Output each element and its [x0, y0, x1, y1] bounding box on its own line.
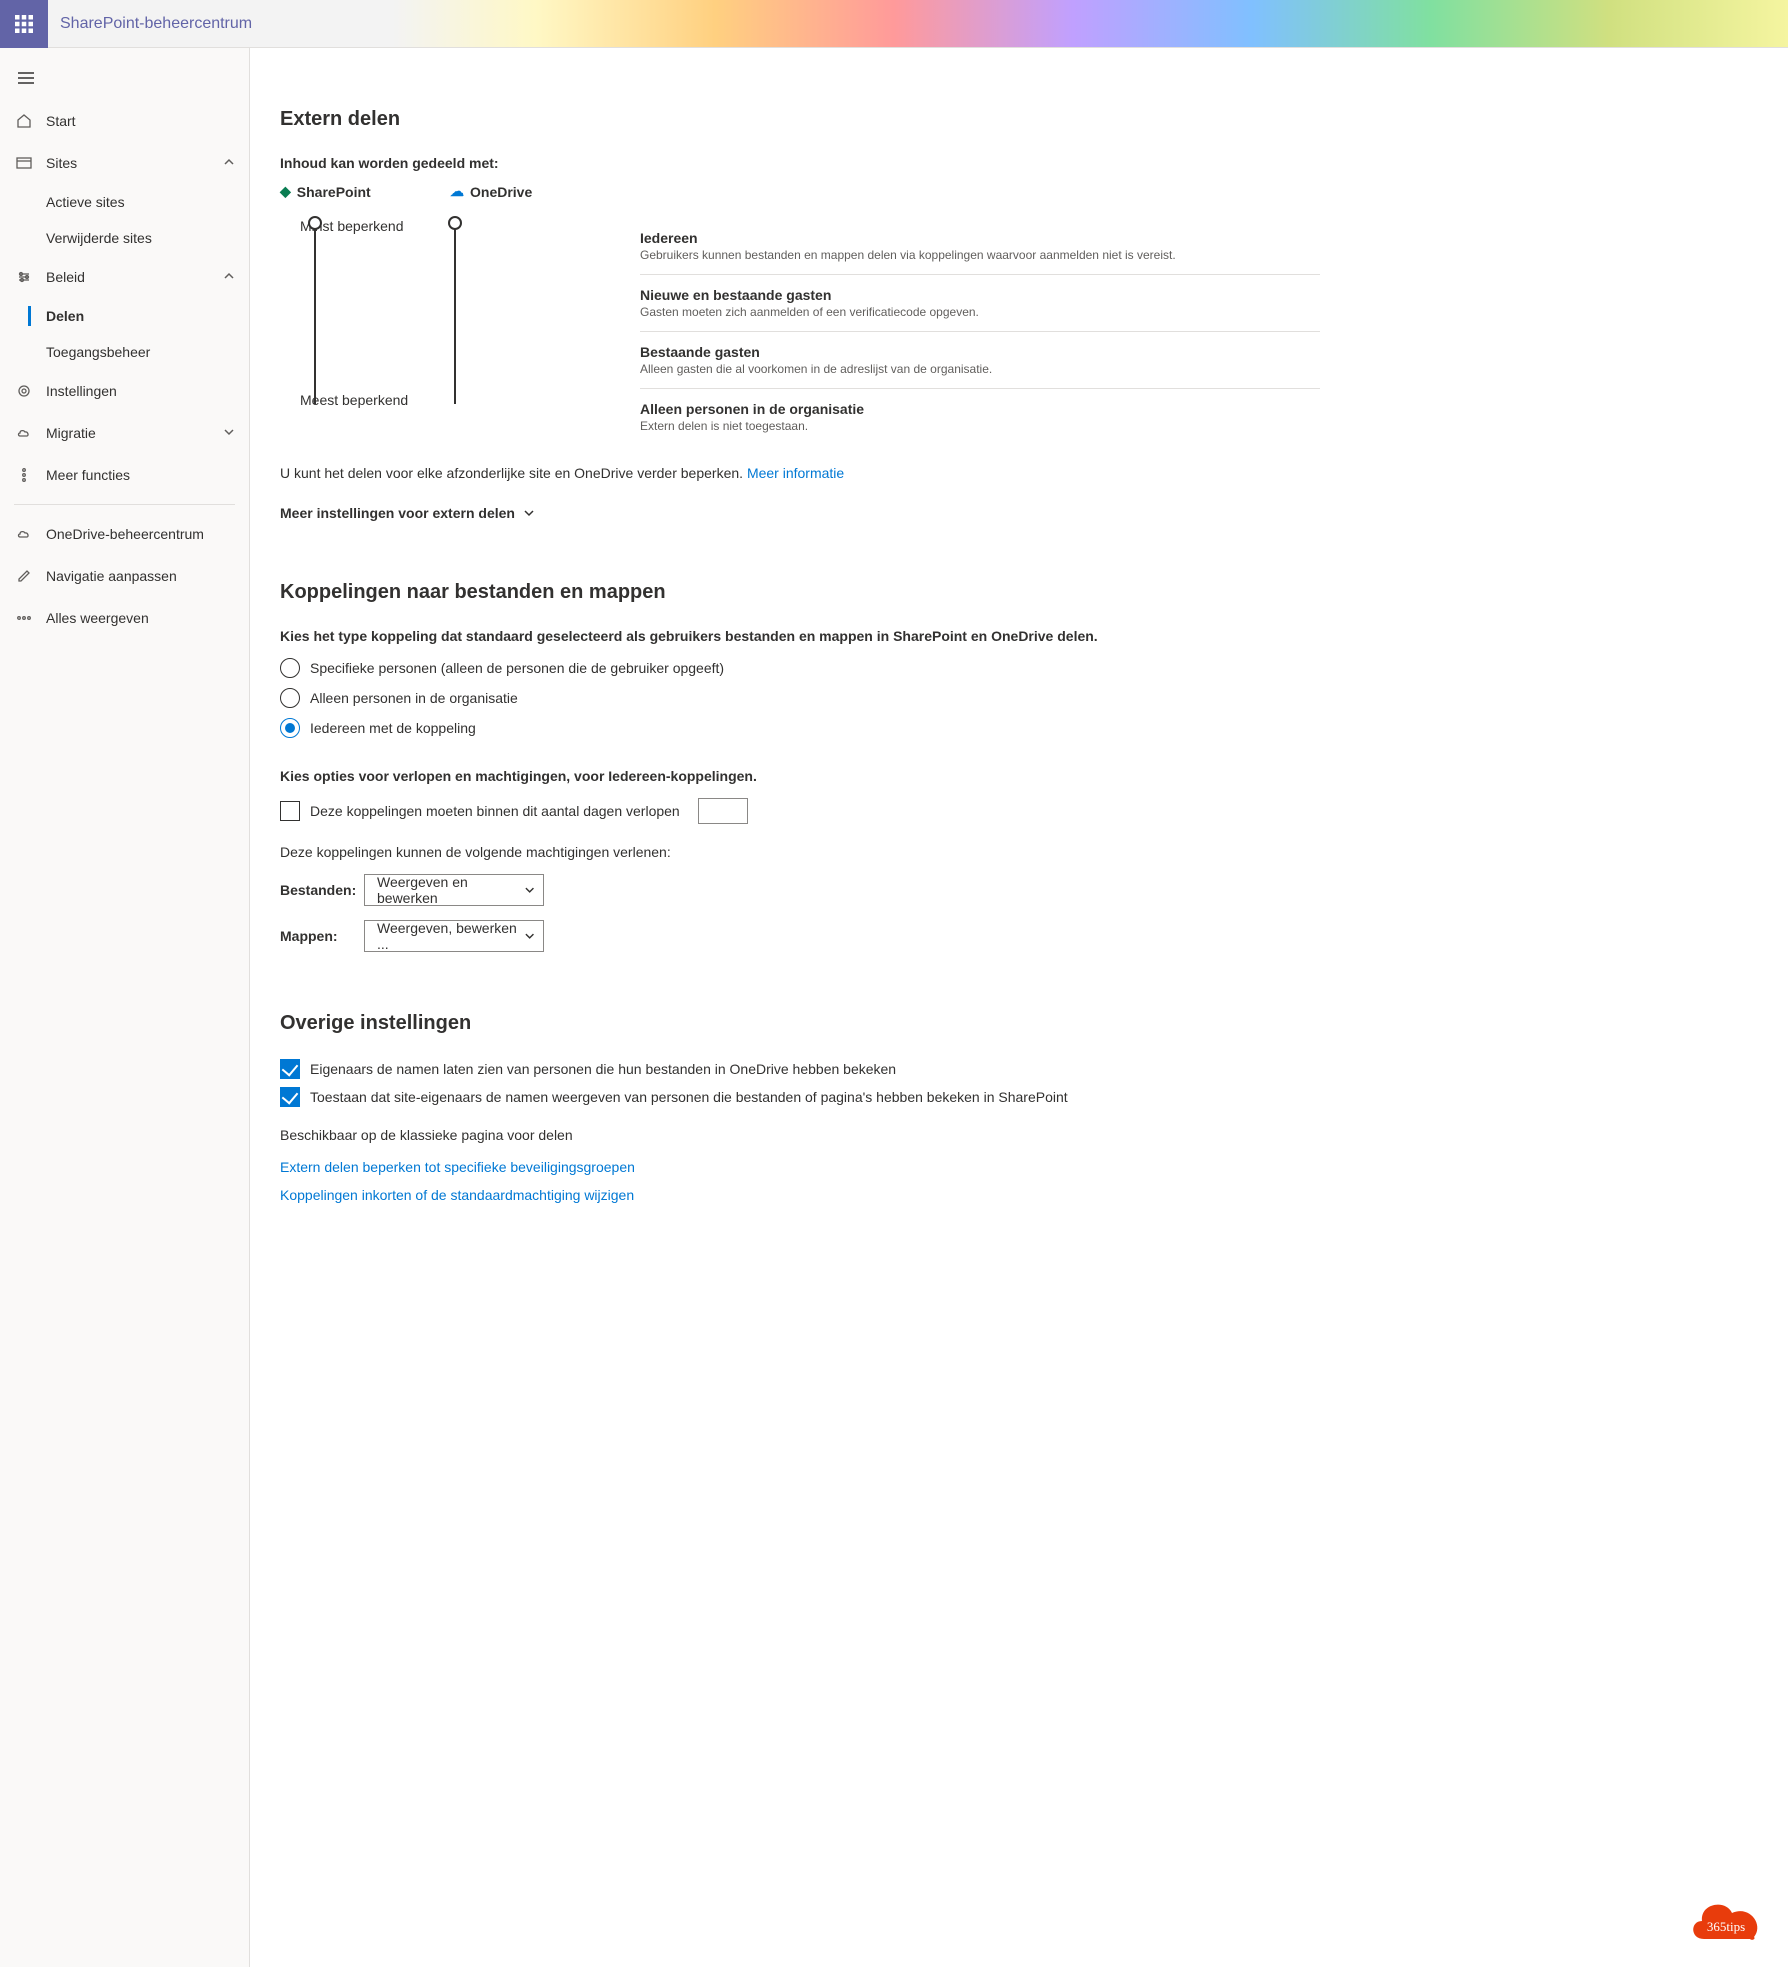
radio-anyone[interactable]: Iedereen met de koppeling: [280, 718, 1320, 738]
nav-instellingen[interactable]: Instellingen: [0, 370, 249, 412]
nav-show-all[interactable]: Alles weergeven: [0, 597, 249, 639]
nav-label: Sites: [46, 155, 77, 171]
level-row: Iedereen Gebruikers kunnen bestanden en …: [640, 218, 1320, 275]
main-content: Extern delen Inhoud kan worden gedeeld m…: [250, 48, 1350, 1967]
sharepoint-column: ◆ SharePoint: [280, 183, 450, 200]
onedrive-icon: ☁: [450, 183, 464, 200]
nav-label: Beleid: [46, 269, 85, 285]
gear-icon: [14, 381, 34, 401]
onedrive-column: ☁ OneDrive: [450, 183, 620, 200]
app-title: SharePoint-beheercentrum: [48, 15, 252, 33]
level-row: Alleen personen in de organisatie Extern…: [640, 389, 1320, 445]
nav-delen[interactable]: Delen: [0, 298, 249, 334]
chevron-down-icon: [524, 930, 535, 942]
section-koppelingen: Koppelingen naar bestanden en mappen: [280, 581, 1320, 604]
files-permission-select[interactable]: Weergeven en bewerken: [364, 874, 544, 906]
nav-label: Meer functies: [46, 467, 130, 483]
nav-customize[interactable]: Navigatie aanpassen: [0, 555, 249, 597]
folders-label: Mappen:: [280, 928, 350, 944]
cloud-icon: [14, 423, 34, 443]
policy-icon: [14, 267, 34, 287]
nav-meer-functies[interactable]: Meer functies: [0, 454, 249, 496]
svg-text:365tips: 365tips: [1707, 1919, 1745, 1934]
checkbox-expire-days[interactable]: Deze koppelingen moeten binnen dit aanta…: [280, 798, 1320, 824]
classic-page-label: Beschikbaar op de klassieke pagina voor …: [280, 1127, 1320, 1143]
edit-icon: [14, 566, 34, 586]
cloud-badge-icon: 365tips: [1682, 1889, 1770, 1949]
radio-specific-people[interactable]: Specifieke personen (alleen de personen …: [280, 658, 1320, 678]
nav-migratie[interactable]: Migratie: [0, 412, 249, 454]
nav-onedrive-admin[interactable]: OneDrive-beheercentrum: [0, 513, 249, 555]
home-icon: [14, 111, 34, 131]
checkbox-icon: [280, 1059, 300, 1079]
chevron-up-icon: [223, 269, 235, 285]
level-row: Nieuwe en bestaande gasten Gasten moeten…: [640, 275, 1320, 332]
section-extern-delen: Extern delen: [280, 108, 1320, 131]
level-descriptions: Iedereen Gebruikers kunnen bestanden en …: [640, 218, 1320, 445]
checkbox-icon: [280, 1087, 300, 1107]
divider: [14, 504, 235, 505]
more-icon: [14, 608, 34, 628]
nav-active-sites[interactable]: Actieve sites: [0, 184, 249, 220]
checkbox-icon: [280, 801, 300, 821]
collapse-nav-button[interactable]: [0, 56, 249, 100]
files-label: Bestanden:: [280, 882, 350, 898]
nav-toegangsbeheer[interactable]: Toegangsbeheer: [0, 334, 249, 370]
dots-vertical-icon: [14, 465, 34, 485]
level-row: Bestaande gasten Alleen gasten die al vo…: [640, 332, 1320, 389]
sidebar: Start Sites Actieve sites Verwijderde si…: [0, 48, 250, 1967]
hamburger-icon: [18, 70, 34, 86]
waffle-icon: [15, 15, 33, 33]
more-info-link[interactable]: Meer informatie: [747, 465, 844, 481]
checkbox-owners-see-viewers-onedrive[interactable]: Eigenaars de namen laten zien van person…: [280, 1059, 1320, 1079]
365tips-badge[interactable]: 365tips: [1682, 1889, 1770, 1949]
perm-text: Deze koppelingen kunnen de volgende mach…: [280, 844, 1320, 860]
extern-lead: Inhoud kan worden gedeeld met:: [280, 155, 1320, 171]
radio-icon: [280, 718, 300, 738]
sharepoint-icon: ◆: [280, 183, 291, 200]
nav-label: OneDrive-beheercentrum: [46, 526, 204, 542]
app-launcher-button[interactable]: [0, 0, 48, 48]
nav-label: Instellingen: [46, 383, 117, 399]
slider-range-labels: Minst beperkend Meest beperkend: [300, 218, 420, 408]
days-input[interactable]: [698, 798, 748, 824]
sharing-level-sliders: Minst beperkend Meest beperkend Iedereen…: [280, 218, 1320, 445]
nav-beleid[interactable]: Beleid: [0, 256, 249, 298]
link-type-lead: Kies het type koppeling dat standaard ge…: [280, 628, 1320, 644]
radio-icon: [280, 688, 300, 708]
folders-permission-row: Mappen: Weergeven, bewerken ...: [280, 920, 1320, 952]
nav-label: Navigatie aanpassen: [46, 568, 177, 584]
radio-icon: [280, 658, 300, 678]
onedrive-slider[interactable]: [454, 224, 456, 404]
chevron-down-icon: [523, 507, 535, 519]
chevron-down-icon: [223, 425, 235, 441]
top-header: SharePoint-beheercentrum: [0, 0, 1788, 48]
sharepoint-slider[interactable]: [314, 224, 316, 404]
files-permission-row: Bestanden: Weergeven en bewerken: [280, 874, 1320, 906]
nav-deleted-sites[interactable]: Verwijderde sites: [0, 220, 249, 256]
link-shorten-links[interactable]: Koppelingen inkorten of de standaardmach…: [280, 1187, 1320, 1203]
sites-icon: [14, 153, 34, 173]
onedrive-icon: [14, 524, 34, 544]
expire-lead: Kies opties voor verlopen en machtiginge…: [280, 768, 1320, 784]
slider-thumb[interactable]: [308, 216, 322, 230]
radio-org-only[interactable]: Alleen personen in de organisatie: [280, 688, 1320, 708]
share-column-headers: ◆ SharePoint ☁ OneDrive: [280, 183, 1320, 200]
nav-label: Migratie: [46, 425, 96, 441]
checkbox-siteowners-see-viewers-sharepoint[interactable]: Toestaan dat site-eigenaars de namen wee…: [280, 1087, 1320, 1107]
slider-thumb[interactable]: [448, 216, 462, 230]
link-restrict-sharing-groups[interactable]: Extern delen beperken tot specifieke bev…: [280, 1159, 1320, 1175]
chevron-up-icon: [223, 155, 235, 171]
more-external-settings-expander[interactable]: Meer instellingen voor extern delen: [280, 505, 1320, 521]
nav-sites[interactable]: Sites: [0, 142, 249, 184]
nav-label: Start: [46, 113, 76, 129]
nav-start[interactable]: Start: [0, 100, 249, 142]
chevron-down-icon: [524, 884, 535, 896]
section-overige: Overige instellingen: [280, 1012, 1320, 1035]
folders-permission-select[interactable]: Weergeven, bewerken ...: [364, 920, 544, 952]
nav-label: Alles weergeven: [46, 610, 149, 626]
helper-text: U kunt het delen voor elke afzonderlijke…: [280, 465, 1320, 481]
